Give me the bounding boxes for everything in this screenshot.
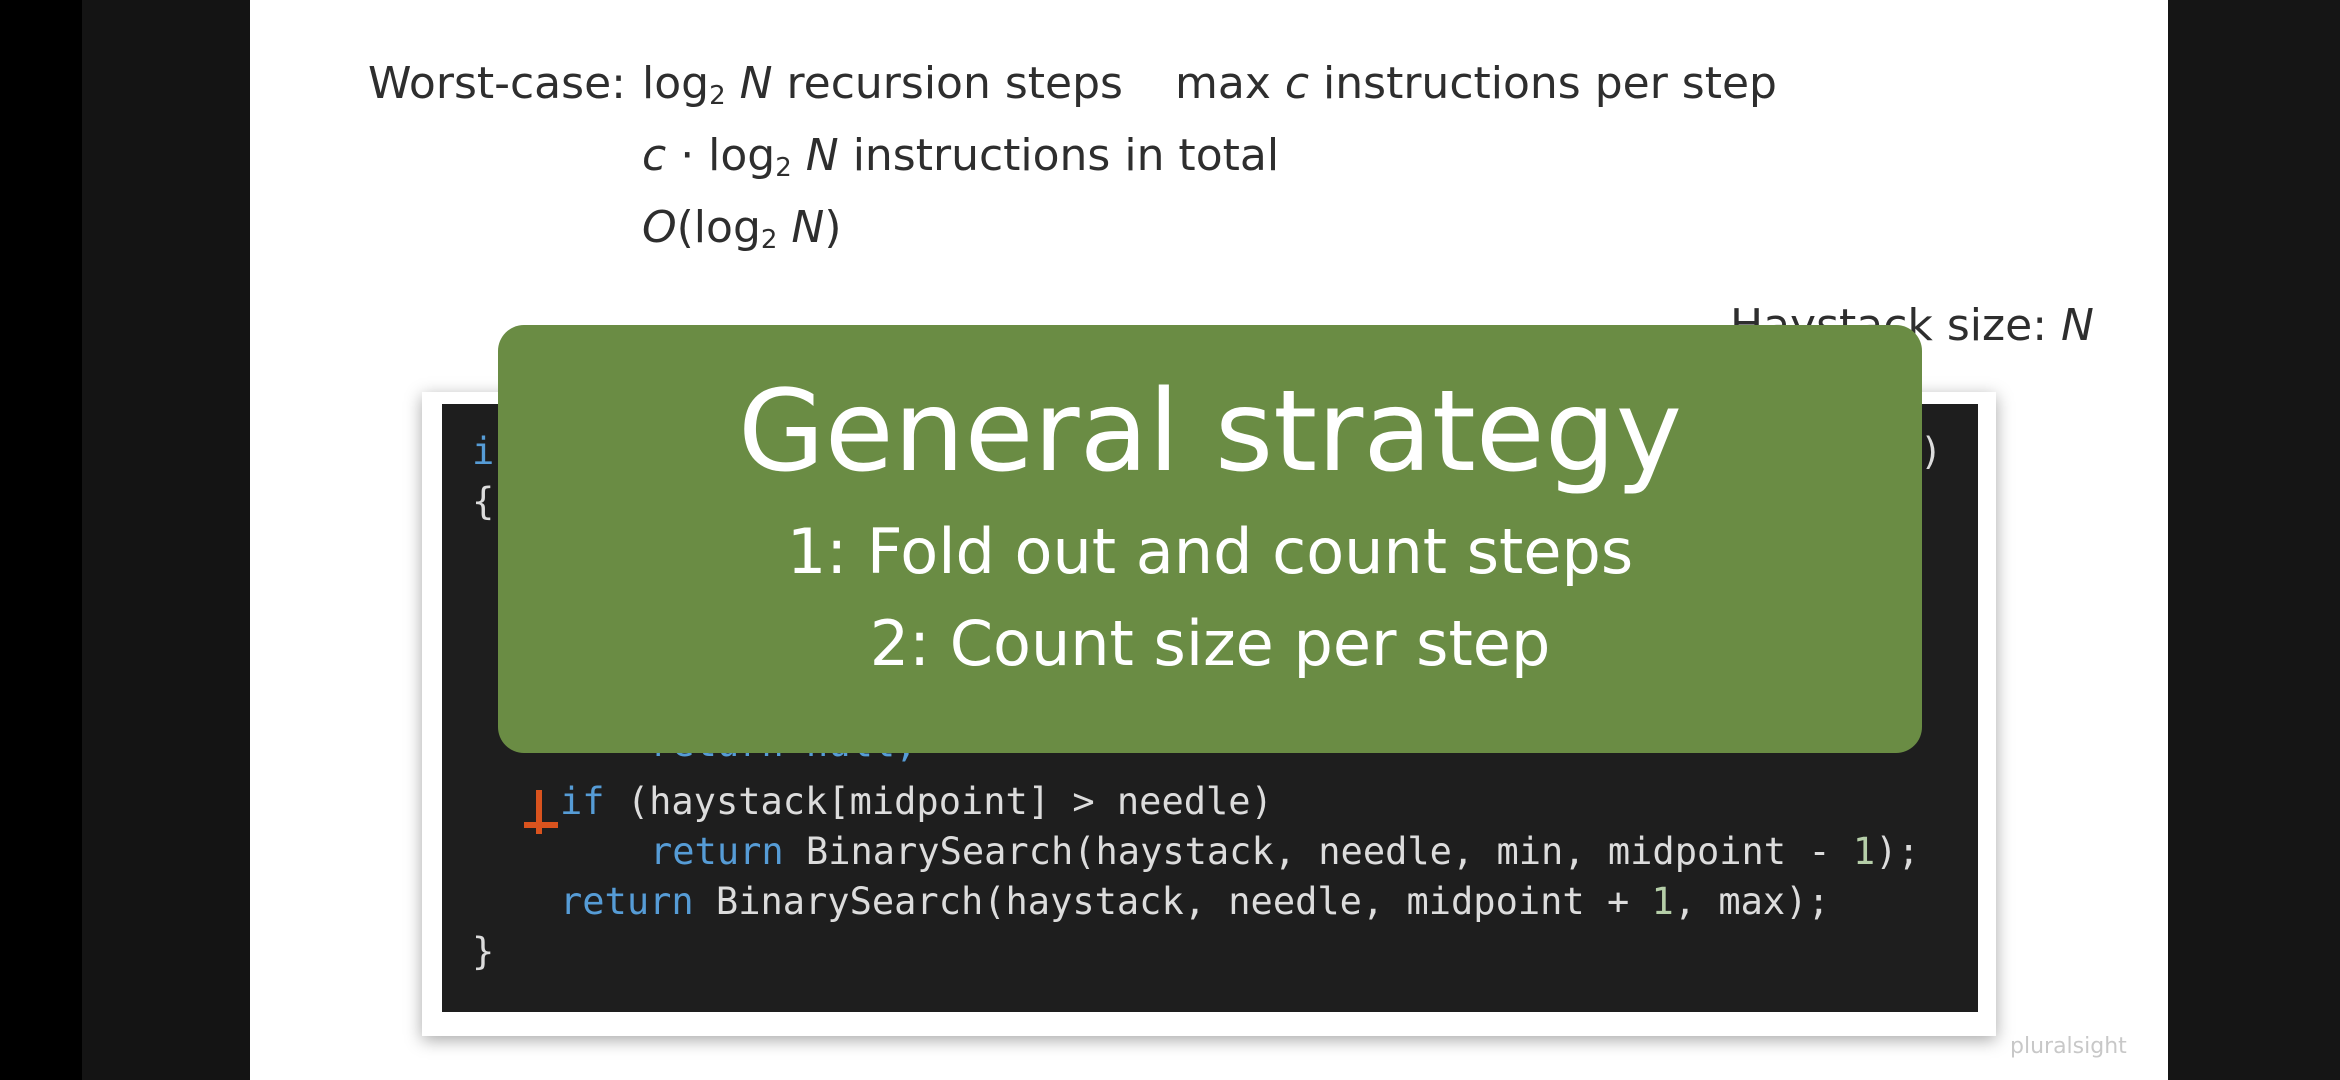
right-dark-bar — [2168, 0, 2340, 1080]
code-line-brace-close: } — [472, 930, 495, 973]
cursor-marker-base — [524, 822, 558, 828]
overlay-step-2: 2: Count size per step — [869, 607, 1551, 680]
worst-case-label: Worst-case: — [368, 58, 626, 109]
code-line-return-left: return BinarySearch(haystack, needle, mi… — [650, 830, 1920, 873]
big-o-text: O(log2 N) — [642, 202, 842, 255]
code-line-return-right: return BinarySearch(haystack, needle, mi… — [560, 880, 1830, 923]
instructions-per-step-text: max c instructions per step — [1175, 58, 1777, 109]
instructions-total-text: c · log2 N instructions in total — [642, 130, 1280, 183]
code-line-signature-end: ) — [1920, 430, 1943, 473]
left-black-bar — [0, 0, 82, 1080]
left-dark-bar — [82, 0, 250, 1080]
overlay-title: General strategy — [737, 367, 1683, 497]
code-line-if: if (haystack[midpoint] > needle) — [560, 780, 1273, 823]
code-line-brace-open: { — [472, 480, 495, 523]
strategy-overlay: General strategy 1: Fold out and count s… — [498, 325, 1922, 753]
code-line-signature-start: i — [472, 430, 495, 473]
overlay-step-1: 1: Fold out and count steps — [786, 515, 1634, 588]
recursion-steps-text: log2 N recursion steps — [642, 58, 1123, 111]
pluralsight-watermark: pluralsight — [2010, 1034, 2127, 1059]
